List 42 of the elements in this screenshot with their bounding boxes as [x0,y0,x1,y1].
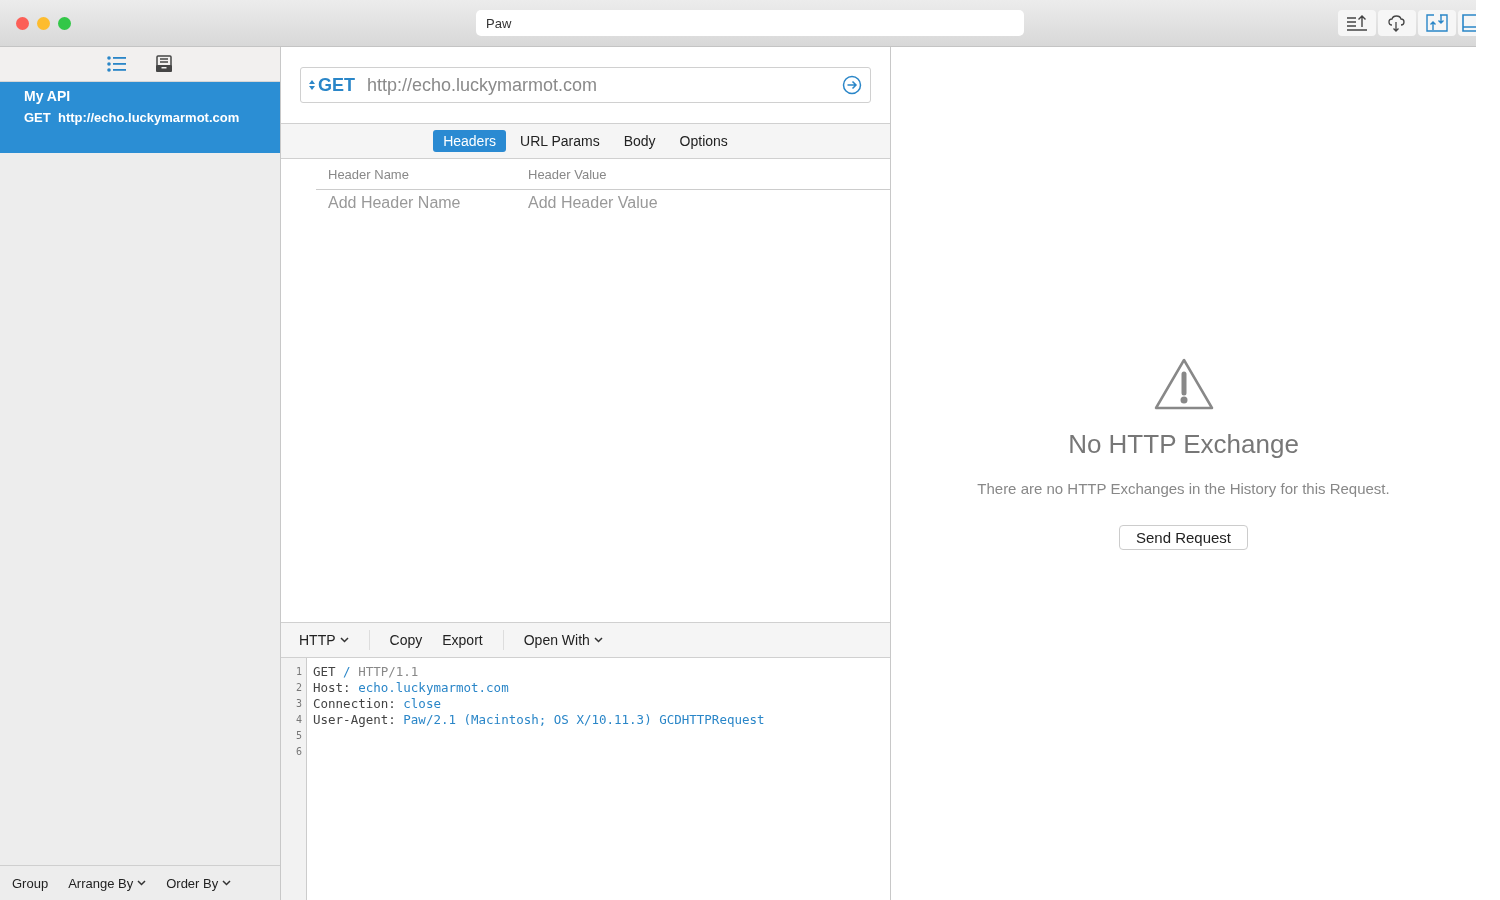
request-tab[interactable]: Body [613,130,666,152]
header-input-field[interactable]: Add Header Value [528,190,890,216]
footer-button[interactable]: Arrange By [68,875,147,891]
empty-state-message: There are no HTTP Exchanges in the History for this Request. [977,480,1390,497]
request-item[interactable]: My API GET http://echo.luckymarmot.com [0,82,280,153]
url-bar[interactable]: GET http://echo.luckymarmot.com [300,67,871,103]
code-line: GET / HTTP/1.1 [313,664,419,679]
panel-icon[interactable] [1458,10,1476,36]
archive-view-icon[interactable] [155,55,173,73]
column-header: Header Value [528,166,608,182]
send-request-button[interactable]: Send Request [1118,525,1249,550]
empty-state-title: No HTTP Exchange [1068,429,1299,460]
line-number: 1 [294,665,303,679]
code-toolbar-button[interactable]: Open With [513,632,613,648]
close-button[interactable] [16,16,29,30]
line-number: 5 [294,729,303,743]
code-toolbar-button[interactable]: HTTP [289,632,359,648]
line-number: 2 [294,681,303,695]
request-tab[interactable]: Headers [433,130,507,152]
list-view-icon[interactable] [107,55,127,73]
column-header: Header Name [328,166,410,182]
window-title: Paw [476,10,1024,36]
request-tab[interactable]: Options [669,130,738,152]
code-line: User-Agent: Paw/2.1 (Macintosh; OS X/10.11.3) GCDHTTPRequest [313,712,765,727]
code-line: Host: echo.luckymarmot.com [313,680,509,695]
request-name: My API [24,88,72,104]
request-url: GET http://echo.luckymarmot.com [24,110,241,125]
footer-button[interactable]: Order By [166,875,232,891]
zoom-button[interactable] [58,16,71,30]
request-tab[interactable]: URL Params [510,130,610,152]
line-number: 6 [294,745,303,759]
code-toolbar-button[interactable]: Copy [379,632,433,648]
method-selector[interactable]: GET [309,74,355,96]
code-line: Connection: close [313,696,441,711]
line-number: 4 [294,713,303,727]
footer-button[interactable]: Group [12,875,49,891]
warning-icon [1153,357,1214,411]
line-number: 3 [294,697,303,711]
code-toolbar-button[interactable]: Export [432,632,493,648]
url-field[interactable]: http://echo.luckymarmot.com [365,73,832,97]
up-down-arrows-icon [309,79,315,91]
header-input-field[interactable]: Add Header Name [328,190,528,216]
